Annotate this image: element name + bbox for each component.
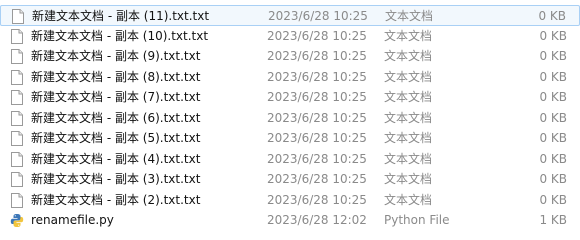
file-name: 新建文本文档 - 副本 (2).txt.txt <box>31 192 201 207</box>
file-size: 0 KB <box>539 28 567 43</box>
file-size: 0 KB <box>538 9 566 23</box>
file-type: 文本文档 <box>384 28 433 43</box>
file-date: 2023/6/28 10:25 <box>267 110 367 125</box>
file-list: 新建文本文档 - 副本 (11).txt.txt 2023/6/28 10:25… <box>0 5 580 231</box>
file-name: renamefile.py <box>31 213 114 227</box>
file-type: 文本文档 <box>385 9 434 23</box>
file-date: 2023/6/28 12:02 <box>267 213 367 227</box>
file-size: 0 KB <box>539 192 567 207</box>
text-file-icon <box>10 28 24 44</box>
text-file-icon <box>10 151 24 167</box>
file-type: 文本文档 <box>384 69 433 84</box>
file-name: 新建文本文档 - 副本 (11).txt.txt <box>32 9 210 23</box>
file-row[interactable]: 新建文本文档 - 副本 (5).txt.txt 2023/6/28 10:25 … <box>0 128 580 149</box>
file-date: 2023/6/28 10:25 <box>267 69 367 84</box>
file-date: 2023/6/28 10:25 <box>267 192 367 207</box>
file-name: 新建文本文档 - 副本 (4).txt.txt <box>31 151 201 166</box>
file-name: 新建文本文档 - 副本 (3).txt.txt <box>31 172 201 186</box>
file-date: 2023/6/28 10:25 <box>267 172 367 186</box>
file-row[interactable]: 新建文本文档 - 副本 (2).txt.txt 2023/6/28 10:25 … <box>0 190 580 211</box>
file-name: 新建文本文档 - 副本 (9).txt.txt <box>31 49 201 63</box>
file-date: 2023/6/28 10:25 <box>267 28 367 43</box>
file-date: 2023/6/28 10:25 <box>267 49 367 63</box>
file-name: 新建文本文档 - 副本 (5).txt.txt <box>31 131 201 145</box>
file-type: 文本文档 <box>384 131 433 145</box>
file-row[interactable]: 新建文本文档 - 副本 (11).txt.txt 2023/6/28 10:25… <box>0 5 580 26</box>
file-date: 2023/6/28 10:25 <box>267 151 367 166</box>
file-size: 0 KB <box>539 172 567 186</box>
file-date: 2023/6/28 10:25 <box>267 131 367 145</box>
text-file-icon <box>10 131 24 146</box>
file-row[interactable]: 新建文本文档 - 副本 (7).txt.txt 2023/6/28 10:25 … <box>0 87 580 108</box>
file-type: 文本文档 <box>384 49 433 63</box>
text-file-icon <box>10 192 24 208</box>
file-type: 文本文档 <box>384 172 433 186</box>
text-file-icon <box>10 90 24 105</box>
file-row[interactable]: renamefile.py 2023/6/28 12:02 Python Fil… <box>0 210 580 231</box>
file-type: Python File <box>384 213 450 227</box>
file-size: 0 KB <box>539 151 567 166</box>
file-row[interactable]: 新建文本文档 - 副本 (10).txt.txt 2023/6/28 10:25… <box>0 26 580 47</box>
file-date: 2023/6/28 10:25 <box>268 9 368 23</box>
file-name: 新建文本文档 - 副本 (7).txt.txt <box>31 90 201 104</box>
file-size: 0 KB <box>539 49 567 63</box>
file-row[interactable]: 新建文本文档 - 副本 (4).txt.txt 2023/6/28 10:25 … <box>0 149 580 170</box>
text-file-icon <box>11 9 25 24</box>
file-size: 0 KB <box>539 131 567 145</box>
file-size: 1 KB <box>539 213 567 227</box>
file-type: 文本文档 <box>384 151 433 166</box>
file-size: 0 KB <box>539 69 567 84</box>
file-row[interactable]: 新建文本文档 - 副本 (8).txt.txt 2023/6/28 10:25 … <box>0 67 580 88</box>
file-name: 新建文本文档 - 副本 (6).txt.txt <box>31 110 201 125</box>
file-row[interactable]: 新建文本文档 - 副本 (3).txt.txt 2023/6/28 10:25 … <box>0 169 580 190</box>
file-date: 2023/6/28 10:25 <box>267 90 367 104</box>
file-type: 文本文档 <box>384 90 433 104</box>
text-file-icon <box>10 69 24 85</box>
file-type: 文本文档 <box>384 110 433 125</box>
text-file-icon <box>10 49 24 64</box>
file-name: 新建文本文档 - 副本 (8).txt.txt <box>31 69 201 84</box>
file-size: 0 KB <box>539 110 567 125</box>
file-name: 新建文本文档 - 副本 (10).txt.txt <box>31 28 209 43</box>
text-file-icon <box>10 110 24 126</box>
file-row[interactable]: 新建文本文档 - 副本 (9).txt.txt 2023/6/28 10:25 … <box>0 46 580 67</box>
file-size: 0 KB <box>539 90 567 104</box>
file-row[interactable]: 新建文本文档 - 副本 (6).txt.txt 2023/6/28 10:25 … <box>0 108 580 129</box>
text-file-icon <box>10 172 24 187</box>
file-type: 文本文档 <box>384 192 433 207</box>
python-file-icon <box>10 213 24 228</box>
